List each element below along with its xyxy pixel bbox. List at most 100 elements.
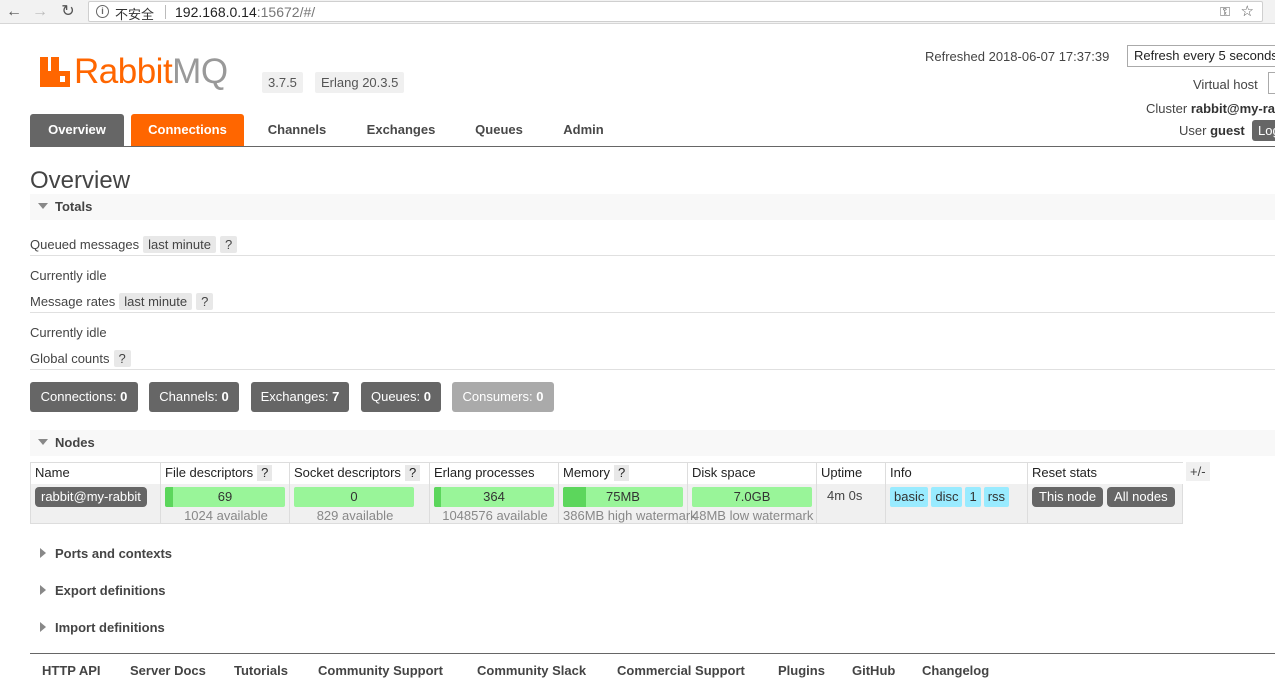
channels-count-button[interactable]: Channels: 0 <box>149 382 239 412</box>
section-title: Import definitions <box>55 620 165 635</box>
table-cell: 4m 0s <box>817 484 886 524</box>
progress-fill <box>165 487 174 507</box>
tab-connections[interactable]: Connections <box>131 114 244 146</box>
consumers-count-button[interactable]: Consumers: 0 <box>452 382 554 412</box>
table-cell: rabbit@my-rabbit <box>31 484 161 524</box>
version-badge: 3.7.5 <box>262 72 303 93</box>
section-title: Ports and contexts <box>55 546 173 561</box>
progress-fill <box>563 487 586 507</box>
footer-link-plugins[interactable]: Plugins <box>778 663 825 678</box>
tab-overview[interactable]: Overview <box>30 114 124 146</box>
section-title: Export definitions <box>55 583 166 598</box>
browser-toolbar: ← → ↻ i 不安全 192.168.0.14:15672/#/ ⚿ ☆ <box>0 0 1275 24</box>
column-header: Name <box>31 463 161 484</box>
nodes-table: Name File descriptors? Socket descriptor… <box>30 462 1183 524</box>
tab-exchanges[interactable]: Exchanges <box>354 114 448 146</box>
back-arrow-icon[interactable]: ← <box>4 2 24 22</box>
bookmark-star-icon[interactable]: ☆ <box>1241 2 1254 20</box>
help-button[interactable]: ? <box>257 465 273 481</box>
progress-fill <box>434 487 442 507</box>
memory-bar: 75MB <box>563 487 683 507</box>
expand-triangle-icon <box>40 622 46 632</box>
info-icon[interactable]: i <box>96 5 109 18</box>
help-button[interactable]: ? <box>220 236 238 253</box>
column-header: Info <box>886 463 1028 484</box>
global-counts-label: Global counts <box>30 351 110 366</box>
footer-link-server-docs[interactable]: Server Docs <box>130 663 206 678</box>
connections-count-button[interactable]: Connections: 0 <box>30 382 138 412</box>
rabbitmq-mark-icon <box>40 57 70 87</box>
erlang-processes-bar: 364 <box>434 487 554 507</box>
reset-all-nodes-button[interactable]: All nodes <box>1107 487 1175 507</box>
help-button[interactable]: ? <box>113 350 131 367</box>
totals-section-header[interactable]: Totals <box>30 194 1275 220</box>
table-cell: 0 829 available <box>290 484 430 524</box>
tab-channels[interactable]: Channels <box>252 114 342 146</box>
url-text: 192.168.0.14:15672/#/ <box>175 4 316 20</box>
queued-messages-row: Queued messages last minute? <box>30 236 238 253</box>
virtual-host-select[interactable] <box>1268 72 1275 94</box>
time-range-selector[interactable]: last minute <box>119 293 193 310</box>
column-header: Memory? <box>559 463 688 484</box>
global-counts-row: Global counts? <box>30 350 131 367</box>
address-bar[interactable]: i 不安全 192.168.0.14:15672/#/ ⚿ ☆ <box>88 1 1263 22</box>
key-icon[interactable]: ⚿ <box>1220 4 1230 20</box>
footer-link-tutorials[interactable]: Tutorials <box>234 663 288 678</box>
footer-link-commercial-support[interactable]: Commercial Support <box>617 663 745 678</box>
reload-icon[interactable]: ↻ <box>58 2 78 22</box>
file-descriptors-bar: 69 <box>165 487 285 507</box>
import-definitions-section-header[interactable]: Import definitions <box>30 615 1275 641</box>
column-header: Erlang processes <box>430 463 559 484</box>
table-cell: 75MB 386MB high watermark <box>559 484 697 524</box>
footer-link-changelog[interactable]: Changelog <box>922 663 989 678</box>
refresh-interval-select[interactable]: Refresh every 5 seconds <box>1127 45 1275 67</box>
help-button[interactable]: ? <box>613 465 630 481</box>
reset-this-node-button[interactable]: This node <box>1032 487 1104 507</box>
collapse-triangle-icon <box>38 439 48 445</box>
exchanges-count-button[interactable]: Exchanges: 7 <box>251 382 349 412</box>
footer-link-community-slack[interactable]: Community Slack <box>477 663 586 678</box>
file-descriptors-available: 1024 available <box>184 508 268 523</box>
page-title: Overview <box>30 167 131 194</box>
export-definitions-section-header[interactable]: Export definitions <box>30 578 1275 604</box>
info-badge: 1 <box>965 487 981 507</box>
section-title: Nodes <box>55 435 95 450</box>
logo-wordmark: RabbitMQ <box>74 52 228 91</box>
forward-arrow-icon[interactable]: → <box>30 2 50 22</box>
tab-queues[interactable]: Queues <box>462 114 536 146</box>
refreshed-timestamp: Refreshed 2018-06-07 17:37:39 <box>925 49 1110 64</box>
virtual-host-label: Virtual host <box>1193 77 1258 92</box>
column-header: Disk space <box>688 463 817 484</box>
main-tabs: Overview Connections Channels Exchanges … <box>30 114 1275 147</box>
expand-triangle-icon <box>40 548 46 558</box>
idle-status: Currently idle <box>30 268 107 283</box>
message-rates-label: Message rates <box>30 294 116 309</box>
section-title: Totals <box>55 199 93 214</box>
help-button[interactable]: ? <box>404 465 421 481</box>
rabbitmq-logo[interactable]: RabbitMQ <box>40 52 250 91</box>
tab-admin[interactable]: Admin <box>550 114 617 146</box>
divider <box>30 369 1275 370</box>
ports-contexts-section-header[interactable]: Ports and contexts <box>30 541 1275 567</box>
divider <box>165 5 166 19</box>
node-name-link[interactable]: rabbit@my-rabbit <box>35 487 147 507</box>
queues-count-button[interactable]: Queues: 0 <box>361 382 441 412</box>
collapse-triangle-icon <box>38 203 48 209</box>
column-header: File descriptors? <box>161 463 290 484</box>
time-range-selector[interactable]: last minute <box>143 236 216 253</box>
nodes-section-header[interactable]: Nodes <box>30 430 1275 456</box>
column-header: Uptime <box>817 463 886 484</box>
disk-space-bar: 7.0GB <box>692 487 812 507</box>
memory-watermark: 386MB high watermark <box>563 508 697 523</box>
footer-link-http-api[interactable]: HTTP API <box>42 663 101 678</box>
table-cell: 7.0GB 48MB low watermark <box>688 484 817 524</box>
footer-link-community-support[interactable]: Community Support <box>318 663 443 678</box>
expand-triangle-icon <box>40 585 46 595</box>
uptime-value: 4m 0s <box>827 488 863 503</box>
divider <box>30 312 1275 313</box>
info-badge: rss <box>983 487 1010 507</box>
column-header: Reset stats <box>1028 463 1183 484</box>
column-toggle-button[interactable]: +/- <box>1186 462 1210 481</box>
help-button[interactable]: ? <box>196 293 214 310</box>
footer-link-github[interactable]: GitHub <box>852 663 895 678</box>
